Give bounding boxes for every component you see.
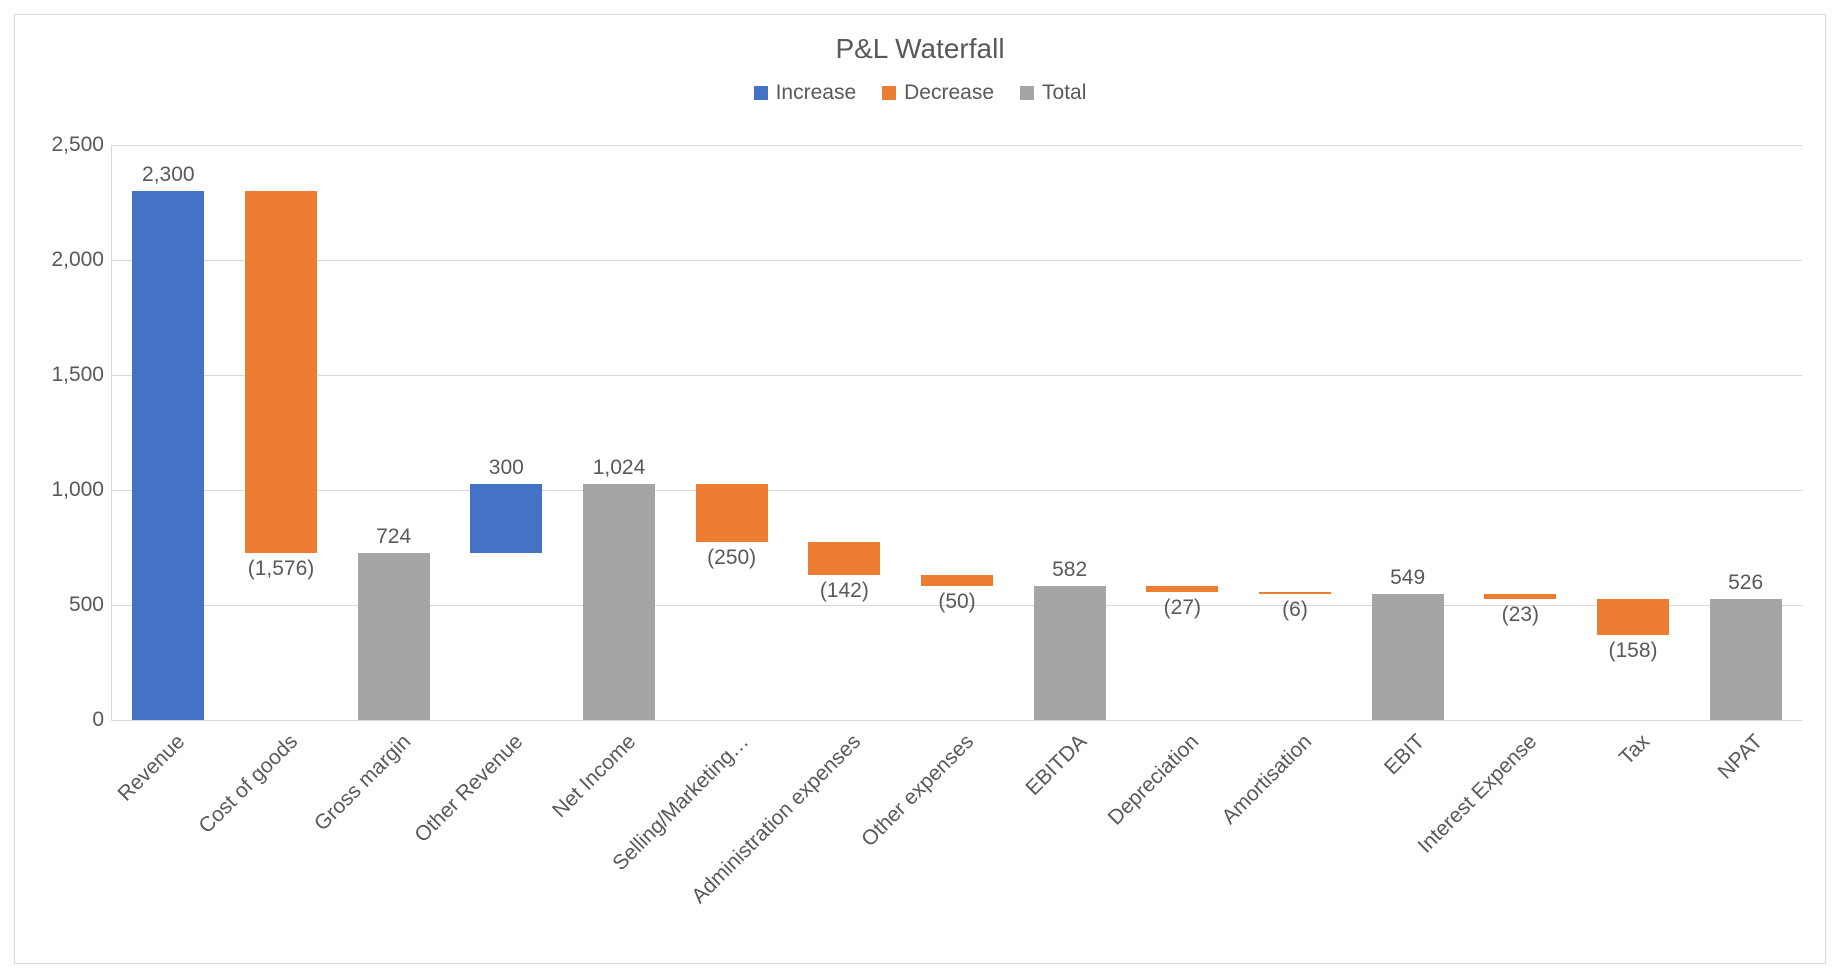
x-axis-tick: Depreciation [1104, 730, 1204, 830]
data-label: 582 [1052, 558, 1087, 582]
x-axis-tick: Amortisation [1217, 730, 1317, 830]
waterfall-bar [921, 575, 993, 587]
legend-item-total: Total [1020, 81, 1086, 105]
data-label: (1,576) [248, 557, 315, 581]
chart-title: P&L Waterfall [15, 33, 1825, 65]
data-label: 724 [376, 525, 411, 549]
y-axis-tick: 500 [69, 593, 112, 617]
data-label: (50) [938, 590, 975, 614]
waterfall-bar [1710, 599, 1782, 720]
data-label: (27) [1164, 596, 1201, 620]
waterfall-bar [1146, 586, 1218, 592]
waterfall-bar [808, 542, 880, 575]
waterfall-bar [245, 191, 317, 553]
waterfall-bar [583, 484, 655, 720]
chart-container: P&L Waterfall Increase Decrease Total 0 5… [14, 14, 1826, 964]
data-label: (23) [1502, 603, 1539, 627]
legend-label-increase: Increase [776, 81, 857, 105]
x-axis-tick: NPAT [1713, 730, 1767, 784]
y-axis-tick: 0 [92, 708, 112, 732]
x-axis-tick: Interest Expense [1414, 730, 1542, 858]
legend-item-decrease: Decrease [882, 81, 994, 105]
data-label: 526 [1728, 571, 1763, 595]
gridline [112, 490, 1802, 491]
x-axis-tick: Cost of goods [194, 730, 303, 839]
waterfall-bar [1034, 586, 1106, 720]
x-axis-tick: Gross margin [310, 730, 416, 836]
data-label: (6) [1282, 598, 1308, 622]
x-axis-tick: EBIT [1380, 730, 1430, 780]
legend-label-total: Total [1042, 81, 1086, 105]
data-label: 2,300 [142, 163, 195, 187]
waterfall-bar [132, 191, 204, 720]
waterfall-bar [1597, 599, 1669, 635]
waterfall-bar [1484, 594, 1556, 599]
data-label: 300 [489, 456, 524, 480]
data-label: 549 [1390, 566, 1425, 590]
data-label: 1,024 [593, 456, 646, 480]
waterfall-bar [1259, 592, 1331, 594]
legend: Increase Decrease Total [15, 81, 1825, 105]
legend-label-decrease: Decrease [904, 81, 994, 105]
x-axis-tick: EBITDA [1021, 730, 1092, 801]
data-label: (250) [707, 546, 756, 570]
waterfall-bar [696, 484, 768, 542]
y-axis-tick: 1,500 [51, 363, 112, 387]
x-axis-labels: RevenueCost of goodsGross marginOther Re… [111, 730, 1801, 970]
y-axis-tick: 2,000 [51, 248, 112, 272]
gridline [112, 375, 1802, 376]
x-axis-tick: Revenue [114, 730, 190, 806]
legend-swatch-increase [754, 86, 768, 100]
data-label: (142) [820, 579, 869, 603]
legend-swatch-decrease [882, 86, 896, 100]
waterfall-bar [358, 553, 430, 720]
x-axis-tick: Other expenses [857, 730, 979, 852]
x-axis-tick: Other Revenue [411, 730, 529, 848]
legend-item-increase: Increase [754, 81, 857, 105]
plot-area: 05001,0001,5002,0002,5002,300(1,576)7243… [111, 145, 1802, 721]
data-label: (158) [1608, 639, 1657, 663]
gridline [112, 145, 1802, 146]
legend-swatch-total [1020, 86, 1034, 100]
x-axis-tick: Net Income [548, 730, 641, 823]
waterfall-bar [1372, 594, 1444, 720]
gridline [112, 260, 1802, 261]
x-axis-tick: Tax [1615, 730, 1655, 770]
waterfall-bar [470, 484, 542, 553]
y-axis-tick: 1,000 [51, 478, 112, 502]
y-axis-tick: 2,500 [51, 133, 112, 157]
